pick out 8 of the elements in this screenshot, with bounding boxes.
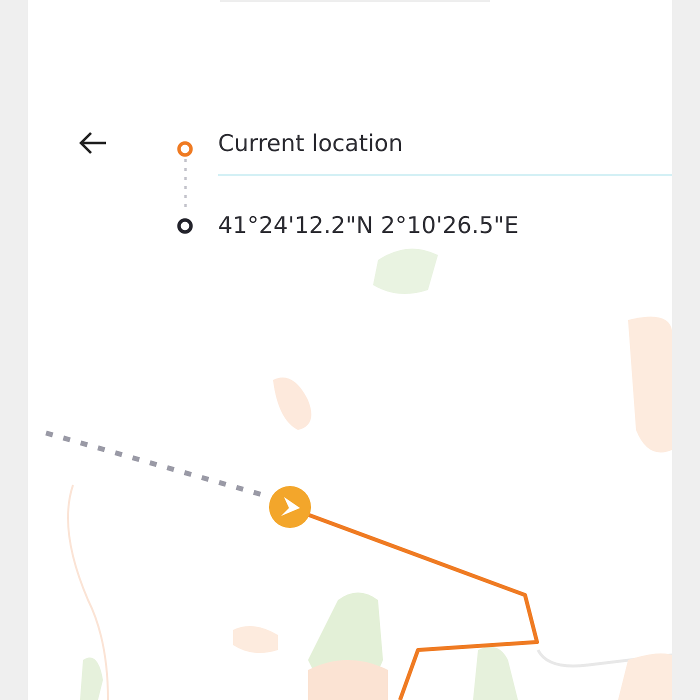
origin-field[interactable]: Current location — [218, 123, 672, 176]
destination-dot-icon — [176, 217, 194, 236]
connector-line — [184, 157, 187, 209]
back-arrow-icon — [78, 130, 108, 156]
location-marker[interactable] — [269, 486, 311, 528]
destination-field[interactable]: 41°24'12.2"N 2°10'26.5"E — [218, 205, 672, 248]
origin-dot-icon — [176, 140, 194, 158]
back-button[interactable] — [78, 130, 108, 156]
